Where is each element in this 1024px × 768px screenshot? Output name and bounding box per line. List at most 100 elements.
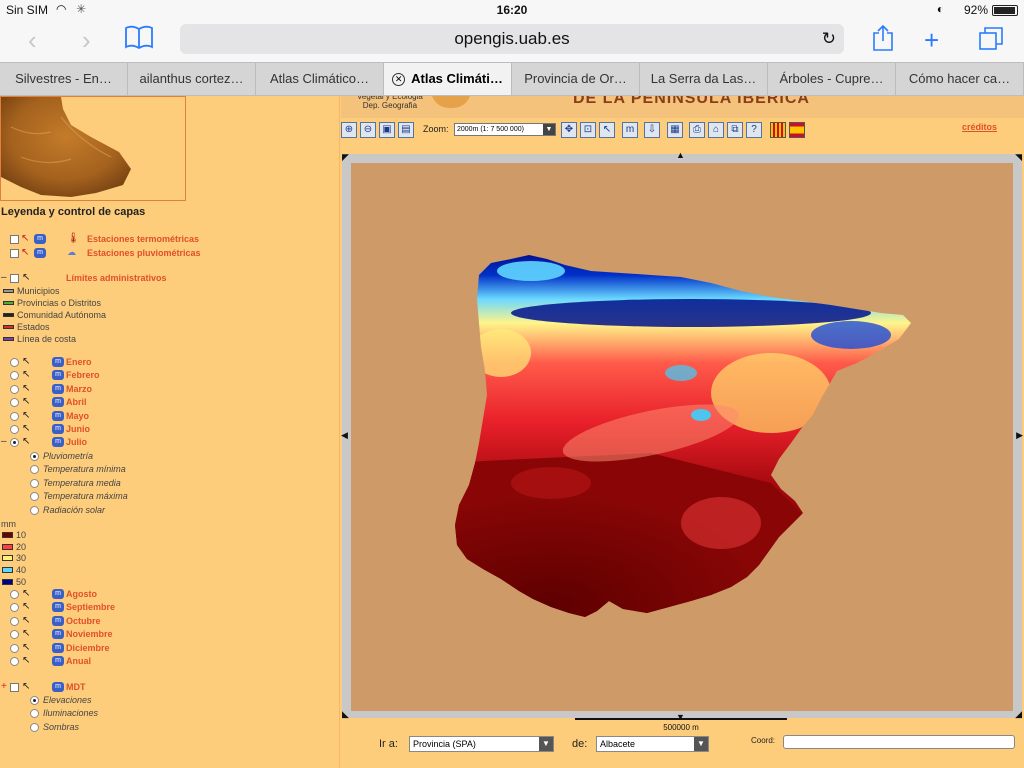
layer-label[interactable]: Estaciones pluviométricas	[87, 248, 201, 258]
layer-checkbox[interactable]	[10, 274, 19, 283]
spanish-flag-icon[interactable]	[789, 122, 805, 138]
layer-info-icon[interactable]: m	[52, 410, 64, 421]
month-label[interactable]: Agosto	[66, 589, 97, 599]
pan-northeast-icon[interactable]: ◥	[1015, 152, 1022, 163]
tab-3[interactable]: Atlas Climático…	[256, 63, 384, 95]
variable-radio[interactable]	[30, 492, 39, 502]
variable-radio[interactable]	[30, 478, 39, 488]
pan-west-icon[interactable]: ◀	[341, 430, 348, 441]
layer-info-icon[interactable]: m	[52, 656, 64, 666]
variable-label[interactable]: Pluviometría	[43, 451, 93, 461]
tab-5[interactable]: Provincia de Or…	[512, 63, 640, 95]
tab-6[interactable]: La Serra da Las…	[640, 63, 768, 95]
pointer-icon[interactable]: ↖	[22, 601, 30, 612]
print-icon[interactable]: ⎙	[689, 122, 705, 138]
month-radio[interactable]	[10, 438, 19, 448]
layer-info-icon[interactable]: m	[52, 397, 64, 408]
layer-checkbox[interactable]	[10, 683, 19, 692]
pointer-icon[interactable]: ↖	[22, 272, 30, 283]
reload-icon[interactable]: ↻	[822, 24, 836, 54]
pointer-icon[interactable]: ↖	[22, 436, 30, 447]
month-label[interactable]: Marzo	[66, 384, 92, 394]
tab-1[interactable]: Silvestres - En…	[0, 63, 128, 95]
zoom-extent-icon[interactable]: ▣	[379, 122, 395, 138]
layer-info-icon[interactable]: m	[52, 357, 64, 367]
month-radio[interactable]	[10, 358, 19, 367]
pointer-icon[interactable]: ↖	[22, 356, 30, 367]
pointer-icon[interactable]: ↖	[22, 588, 30, 599]
month-radio[interactable]	[10, 616, 19, 626]
layer-info-icon[interactable]: m	[52, 642, 64, 653]
layer-info-icon[interactable]: m	[52, 370, 64, 381]
pointer-icon[interactable]: ↖	[22, 655, 30, 666]
previous-view-icon[interactable]: ▤	[398, 122, 414, 138]
zoom-out-icon[interactable]: ⊖	[360, 122, 376, 138]
month-label[interactable]: Junio	[66, 424, 90, 434]
month-radio[interactable]	[10, 603, 19, 613]
pointer-icon[interactable]: ↖	[22, 615, 30, 626]
pointer-icon[interactable]: ↖	[22, 383, 30, 394]
layer-info-icon[interactable]: m	[52, 424, 64, 434]
layer-label[interactable]: MDT	[66, 682, 86, 692]
pan-northwest-icon[interactable]: ◤	[342, 152, 349, 163]
pointer-icon[interactable]: ↖	[22, 681, 30, 692]
new-tab-plus-icon[interactable]: +	[924, 26, 939, 54]
pan-east-icon[interactable]: ▶	[1016, 430, 1023, 441]
layer-label[interactable]: Estaciones termométricas	[87, 234, 199, 244]
layer-info-icon[interactable]: m	[34, 248, 46, 258]
links-icon[interactable]: ⧉	[727, 122, 743, 138]
tab-7[interactable]: Árboles - Cupre…	[768, 63, 896, 95]
tabs-overview-icon[interactable]	[978, 26, 1004, 57]
month-label[interactable]: Mayo	[66, 411, 89, 421]
layer-info-icon[interactable]: m	[52, 629, 64, 640]
help-icon[interactable]: ?	[746, 122, 762, 138]
metadata-icon[interactable]: m	[622, 122, 638, 138]
variable-label[interactable]: Temperatura máxima	[43, 491, 128, 501]
mdt-radio[interactable]	[30, 709, 39, 719]
home-icon[interactable]: ⌂	[708, 122, 724, 138]
forward-arrow-icon[interactable]: ›	[82, 26, 91, 54]
month-label[interactable]: Septiembre	[66, 602, 115, 612]
credits-link[interactable]: créditos	[962, 122, 997, 132]
layer-info-icon[interactable]: m	[52, 682, 64, 692]
go-to-type-select[interactable]: Provincia (SPA) ▼	[409, 736, 554, 752]
zoom-in-icon[interactable]: ⊕	[341, 122, 357, 138]
variable-radio[interactable]	[30, 505, 39, 515]
layer-info-icon[interactable]: m	[52, 383, 64, 394]
address-bar[interactable]: opengis.uab.es ↻	[180, 24, 844, 54]
month-label[interactable]: Anual	[66, 656, 91, 666]
month-radio[interactable]	[10, 425, 19, 434]
month-label[interactable]: Enero	[66, 357, 92, 367]
back-arrow-icon[interactable]: ‹	[28, 26, 37, 54]
collapse-icon[interactable]: –	[1, 436, 7, 447]
place-select[interactable]: Albacete ▼	[596, 736, 709, 752]
expand-icon[interactable]: +	[1, 681, 7, 692]
coord-input[interactable]	[783, 735, 1015, 749]
catalan-flag-icon[interactable]	[770, 122, 786, 138]
table-icon[interactable]: ▦	[667, 122, 683, 138]
layer-info-icon[interactable]: m	[34, 234, 46, 244]
month-radio[interactable]	[10, 371, 19, 381]
layer-info-icon[interactable]: m	[52, 615, 64, 626]
mdt-option-label[interactable]: Sombras	[43, 722, 79, 732]
variable-radio[interactable]	[30, 452, 39, 461]
pan-southeast-icon[interactable]: ◢	[1015, 709, 1022, 720]
close-tab-icon[interactable]: ✕	[392, 73, 406, 86]
pointer-icon[interactable]: ↖	[22, 423, 30, 434]
layer-label[interactable]: Límites administrativos	[66, 273, 167, 283]
month-label[interactable]: Octubre	[66, 616, 101, 626]
variable-label[interactable]: Temperatura mínima	[43, 464, 126, 474]
tab-8[interactable]: Cómo hacer ca…	[896, 63, 1024, 95]
pointer-disabled-icon[interactable]: ↖	[21, 247, 29, 258]
pointer-icon[interactable]: ↖	[22, 642, 30, 653]
layer-info-icon[interactable]: m	[52, 437, 64, 448]
download-icon[interactable]: ⇩	[644, 122, 660, 138]
pointer-icon[interactable]: ↖	[22, 410, 30, 421]
pointer-disabled-icon[interactable]: ↖	[21, 233, 29, 244]
layer-info-icon[interactable]: m	[52, 589, 64, 599]
pan-icon[interactable]: ✥	[561, 122, 577, 138]
zoom-window-icon[interactable]: ⊡	[580, 122, 596, 138]
pointer-icon[interactable]: ↖	[22, 369, 30, 380]
overview-map[interactable]	[0, 96, 186, 201]
pan-north-icon[interactable]: ▲	[676, 150, 685, 160]
